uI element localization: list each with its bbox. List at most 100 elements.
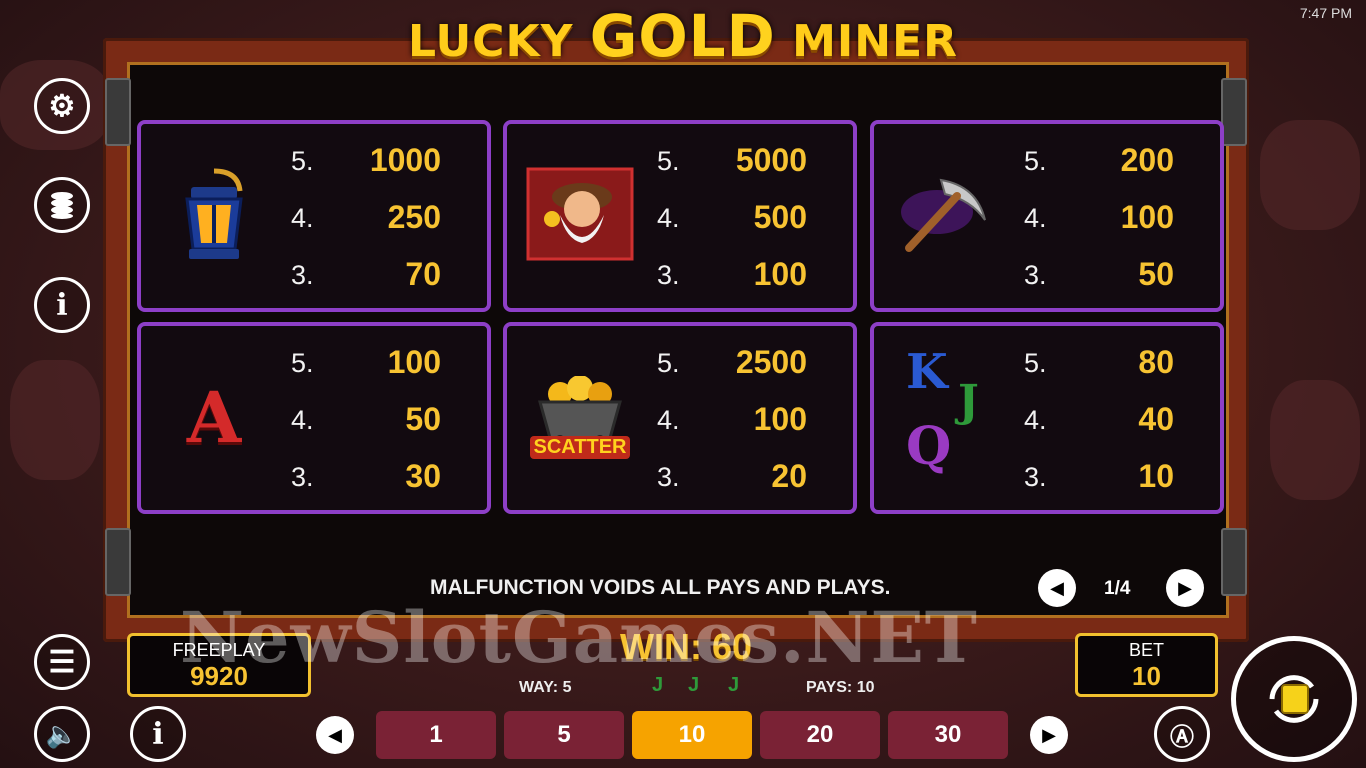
chevron-right-icon: ▶	[1042, 724, 1056, 745]
miner-icon	[525, 160, 635, 270]
bet-option[interactable]: 20	[760, 711, 880, 759]
bet-label: BET	[1128, 640, 1164, 660]
pay-count: 4.	[291, 203, 314, 233]
background-rock	[1260, 120, 1360, 230]
pay-count: 5.	[1024, 146, 1047, 176]
pay-count: 3.	[1024, 260, 1047, 290]
pay-value: 2500	[735, 344, 807, 380]
pay-count: 3.	[1024, 462, 1047, 492]
pay-value: 20	[771, 458, 807, 494]
frame-bolt	[1221, 78, 1247, 146]
pay-count: 3.	[657, 462, 680, 492]
malfunction-note: MALFUNCTION VOIDS ALL PAYS AND PLAYS.	[430, 576, 891, 599]
spin-button[interactable]	[1231, 636, 1357, 762]
prev-page-button[interactable]: ◀	[1038, 569, 1076, 607]
paytable-info-button[interactable]: i	[130, 706, 186, 762]
paytable-panel-a: A 5. 100 4. 50 3. 30	[137, 322, 491, 514]
frame-bolt	[1221, 528, 1247, 596]
info-icon: i	[152, 716, 164, 752]
paytable-panel-lantern: 5. 1000 4. 250 3. 70	[137, 120, 491, 312]
letter-q: Q	[906, 416, 952, 477]
speaker-icon: 🔈	[45, 718, 79, 749]
pay-count: 4.	[1024, 405, 1047, 435]
pay-value: 200	[1120, 142, 1174, 178]
scatter-icon: SCATTER	[525, 362, 635, 472]
bet-coins-button[interactable]	[34, 177, 90, 233]
bet-option[interactable]: 1	[376, 711, 496, 759]
pay-value: 1000	[369, 142, 441, 178]
pay-value: 250	[387, 199, 441, 235]
bet-option[interactable]: 5	[504, 711, 624, 759]
pay-value: 100	[753, 256, 807, 292]
autoplay-button[interactable]: Ⓐ	[1154, 706, 1210, 762]
pay-count: 4.	[1024, 203, 1047, 233]
settings-button[interactable]: ⚙	[34, 78, 90, 134]
background-rock	[10, 360, 100, 480]
pay-value: 80	[1138, 344, 1174, 380]
background-rock	[1270, 380, 1360, 500]
paytable-panel-pickaxe: 5. 200 4. 100 3. 50	[870, 120, 1224, 312]
lantern-icon	[159, 160, 269, 270]
freeplay-balance: FREEPLAY 9920	[127, 633, 311, 697]
pay-value: 50	[405, 401, 441, 437]
chevron-left-icon: ◀	[328, 724, 342, 745]
bet-display: BET 10	[1075, 633, 1218, 697]
next-page-button[interactable]: ▶	[1166, 569, 1204, 607]
pay-value: 50	[1138, 256, 1174, 292]
letter-a-icon: A	[159, 362, 269, 472]
coin-stack-icon	[51, 192, 73, 219]
paytable-panel-scatter: SCATTER 5. 2500 4. 100 3. 20	[503, 322, 857, 514]
spin-dice-icon	[1269, 675, 1319, 723]
title-right: MINER	[775, 16, 959, 67]
page-indicator: 1/4	[1104, 578, 1131, 599]
way-symbol-icon: J	[728, 674, 740, 696]
pay-count: 4.	[657, 203, 680, 233]
pay-count: 3.	[291, 462, 314, 492]
pay-count: 3.	[657, 260, 680, 290]
way-symbol-icon: J	[652, 674, 664, 696]
frame-bolt	[105, 528, 131, 596]
pay-count: 5.	[657, 146, 680, 176]
sound-button[interactable]: 🔈	[34, 706, 90, 762]
pay-count: 4.	[657, 405, 680, 435]
info-icon: i	[56, 287, 68, 323]
autoplay-icon: Ⓐ	[1170, 723, 1194, 751]
kqj-icon: K J Q	[892, 344, 1002, 477]
letter-k: K	[906, 344, 948, 400]
title-left: LUCKY	[407, 16, 590, 67]
bet-option-active[interactable]: 10	[632, 711, 752, 759]
chevron-left-icon: ◀	[1050, 577, 1064, 598]
freeplay-label: FREEPLAY	[172, 640, 266, 660]
pay-value: 10	[1138, 458, 1174, 494]
info-button[interactable]: i	[34, 277, 90, 333]
pay-value: 5000	[735, 142, 807, 178]
pay-count: 5.	[1024, 348, 1047, 378]
pay-count: 5.	[657, 348, 680, 378]
pay-value: 500	[753, 199, 807, 235]
freeplay-value: 9920	[190, 661, 248, 691]
title-gold: GOLD	[589, 2, 776, 70]
pay-count: 5.	[291, 348, 314, 378]
pay-value: 70	[405, 256, 441, 292]
hamburger-icon: ☰	[48, 645, 76, 679]
pay-value: 100	[753, 401, 807, 437]
game-title: LUCKY GOLD MINER	[0, 2, 1366, 70]
menu-button[interactable]: ☰	[34, 634, 90, 690]
bet-decrease-button[interactable]: ◀	[316, 716, 354, 754]
bet-option[interactable]: 30	[888, 711, 1008, 759]
way-info: WAY: 5	[519, 679, 572, 696]
pay-value: 100	[387, 344, 441, 380]
pays-info: PAYS: 10	[806, 679, 875, 696]
pay-count: 3.	[291, 260, 314, 290]
way-symbol-icon: J	[688, 674, 700, 696]
pickaxe-icon	[892, 160, 1002, 270]
win-amount: WIN: 60	[620, 626, 753, 667]
bet-increase-button[interactable]: ▶	[1030, 716, 1068, 754]
pay-value: 40	[1138, 401, 1174, 437]
chevron-right-icon: ▶	[1178, 577, 1192, 598]
paytable-panel-miner: 5. 5000 4. 500 3. 100	[503, 120, 857, 312]
pay-value: 100	[1120, 199, 1174, 235]
pay-count: 4.	[291, 405, 314, 435]
paytable-panel-kqj: K J Q 5. 80 4. 40 3. 10	[870, 322, 1224, 514]
gear-icon: ⚙	[48, 89, 76, 123]
